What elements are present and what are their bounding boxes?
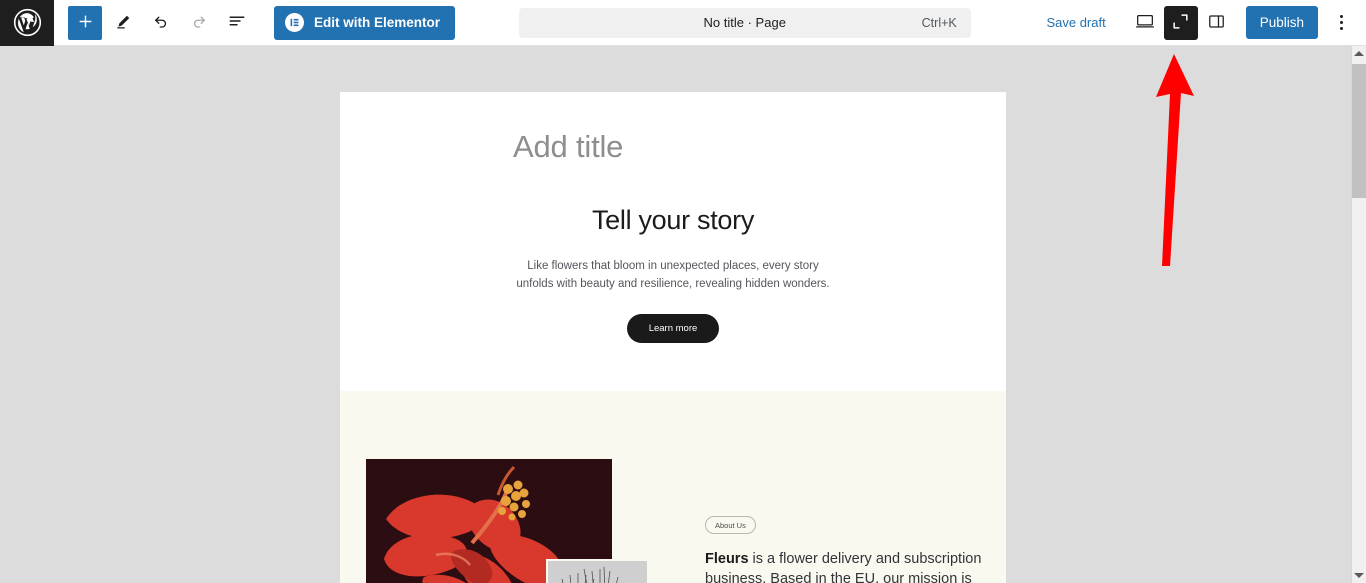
- scroll-down-triangle: [1354, 573, 1364, 578]
- scroll-up-arrow-icon[interactable]: [1352, 46, 1366, 61]
- vertical-scrollbar[interactable]: [1351, 46, 1366, 583]
- wordpress-logo-button[interactable]: [0, 0, 54, 46]
- editor-canvas-area: Add title Tell your story Like flowers t…: [0, 46, 1351, 583]
- preview-device-button[interactable]: [1128, 6, 1162, 40]
- about-paragraph: Fleurs is a flower delivery and subscrip…: [705, 550, 995, 583]
- undo-arrow-icon: [152, 12, 170, 33]
- wordpress-block-editor: Edit with Elementor No title · Page Ctrl…: [0, 0, 1366, 583]
- scrollbar-track[interactable]: [1352, 61, 1366, 568]
- add-block-button[interactable]: [68, 5, 102, 40]
- elementor-logo-icon: [285, 13, 304, 32]
- brand-name: Fleurs: [705, 551, 749, 568]
- kebab-dot: [1339, 27, 1343, 30]
- hero-heading: Tell your story: [591, 205, 755, 235]
- toolbar-right-group: Save draft Publish: [1034, 5, 1366, 40]
- command-bar-title: No title · Page: [703, 15, 786, 30]
- kebab-menu-icon: [1339, 15, 1343, 18]
- scroll-thumb[interactable]: [1352, 64, 1366, 198]
- post-title-input[interactable]: Add title: [340, 92, 1006, 165]
- settings-sidebar-icon: [1207, 12, 1226, 34]
- publish-button[interactable]: Publish: [1245, 6, 1318, 39]
- command-bar[interactable]: No title · Page Ctrl+K: [518, 7, 971, 38]
- hero-paragraph: Like flowers that bloom in unexpected pl…: [516, 260, 830, 290]
- scroll-up-triangle: [1354, 51, 1364, 56]
- about-inner: About Us Fleurs is a flower delivery and…: [340, 458, 1006, 583]
- post-canvas[interactable]: Add title Tell your story Like flowers t…: [340, 92, 1006, 583]
- wordpress-logo-icon: [13, 8, 42, 37]
- expand-fullscreen-icon: [1171, 12, 1190, 34]
- redo-button[interactable]: [182, 6, 216, 40]
- hero-block[interactable]: Tell your story Like flowers that bloom …: [340, 165, 1006, 391]
- desktop-monitor-icon: [1135, 11, 1155, 34]
- undo-button[interactable]: [144, 6, 178, 40]
- command-bar-wrap: No title · Page Ctrl+K: [455, 7, 1034, 38]
- elementor-button-label: Edit with Elementor: [314, 15, 441, 30]
- command-bar-shortcut: Ctrl+K: [921, 15, 957, 30]
- options-menu-button[interactable]: [1326, 6, 1356, 40]
- learn-more-button[interactable]: Learn more: [626, 313, 720, 343]
- black-and-white-flower-photo[interactable]: [546, 558, 647, 583]
- redo-arrow-icon: [190, 12, 208, 33]
- scroll-down-arrow-icon[interactable]: [1352, 568, 1366, 583]
- save-draft-button[interactable]: Save draft: [1034, 9, 1117, 36]
- about-block[interactable]: About Us Fleurs is a flower delivery and…: [340, 390, 1006, 583]
- kebab-dot: [1339, 21, 1343, 24]
- about-text-column: About Us Fleurs is a flower delivery and…: [705, 515, 995, 583]
- edit-with-elementor-button[interactable]: Edit with Elementor: [274, 5, 456, 40]
- about-us-badge: About Us: [705, 516, 756, 535]
- pencil-icon: [115, 13, 132, 33]
- document-overview-button[interactable]: [220, 6, 254, 40]
- fullscreen-toggle-button[interactable]: [1163, 5, 1198, 40]
- plus-icon: [77, 13, 94, 33]
- tools-button[interactable]: [106, 6, 140, 40]
- toolbar-left-group: Edit with Elementor: [54, 5, 456, 40]
- editor-toolbar: Edit with Elementor No title · Page Ctrl…: [0, 0, 1366, 46]
- settings-sidebar-button[interactable]: [1200, 6, 1234, 40]
- document-overview-icon: [228, 12, 246, 33]
